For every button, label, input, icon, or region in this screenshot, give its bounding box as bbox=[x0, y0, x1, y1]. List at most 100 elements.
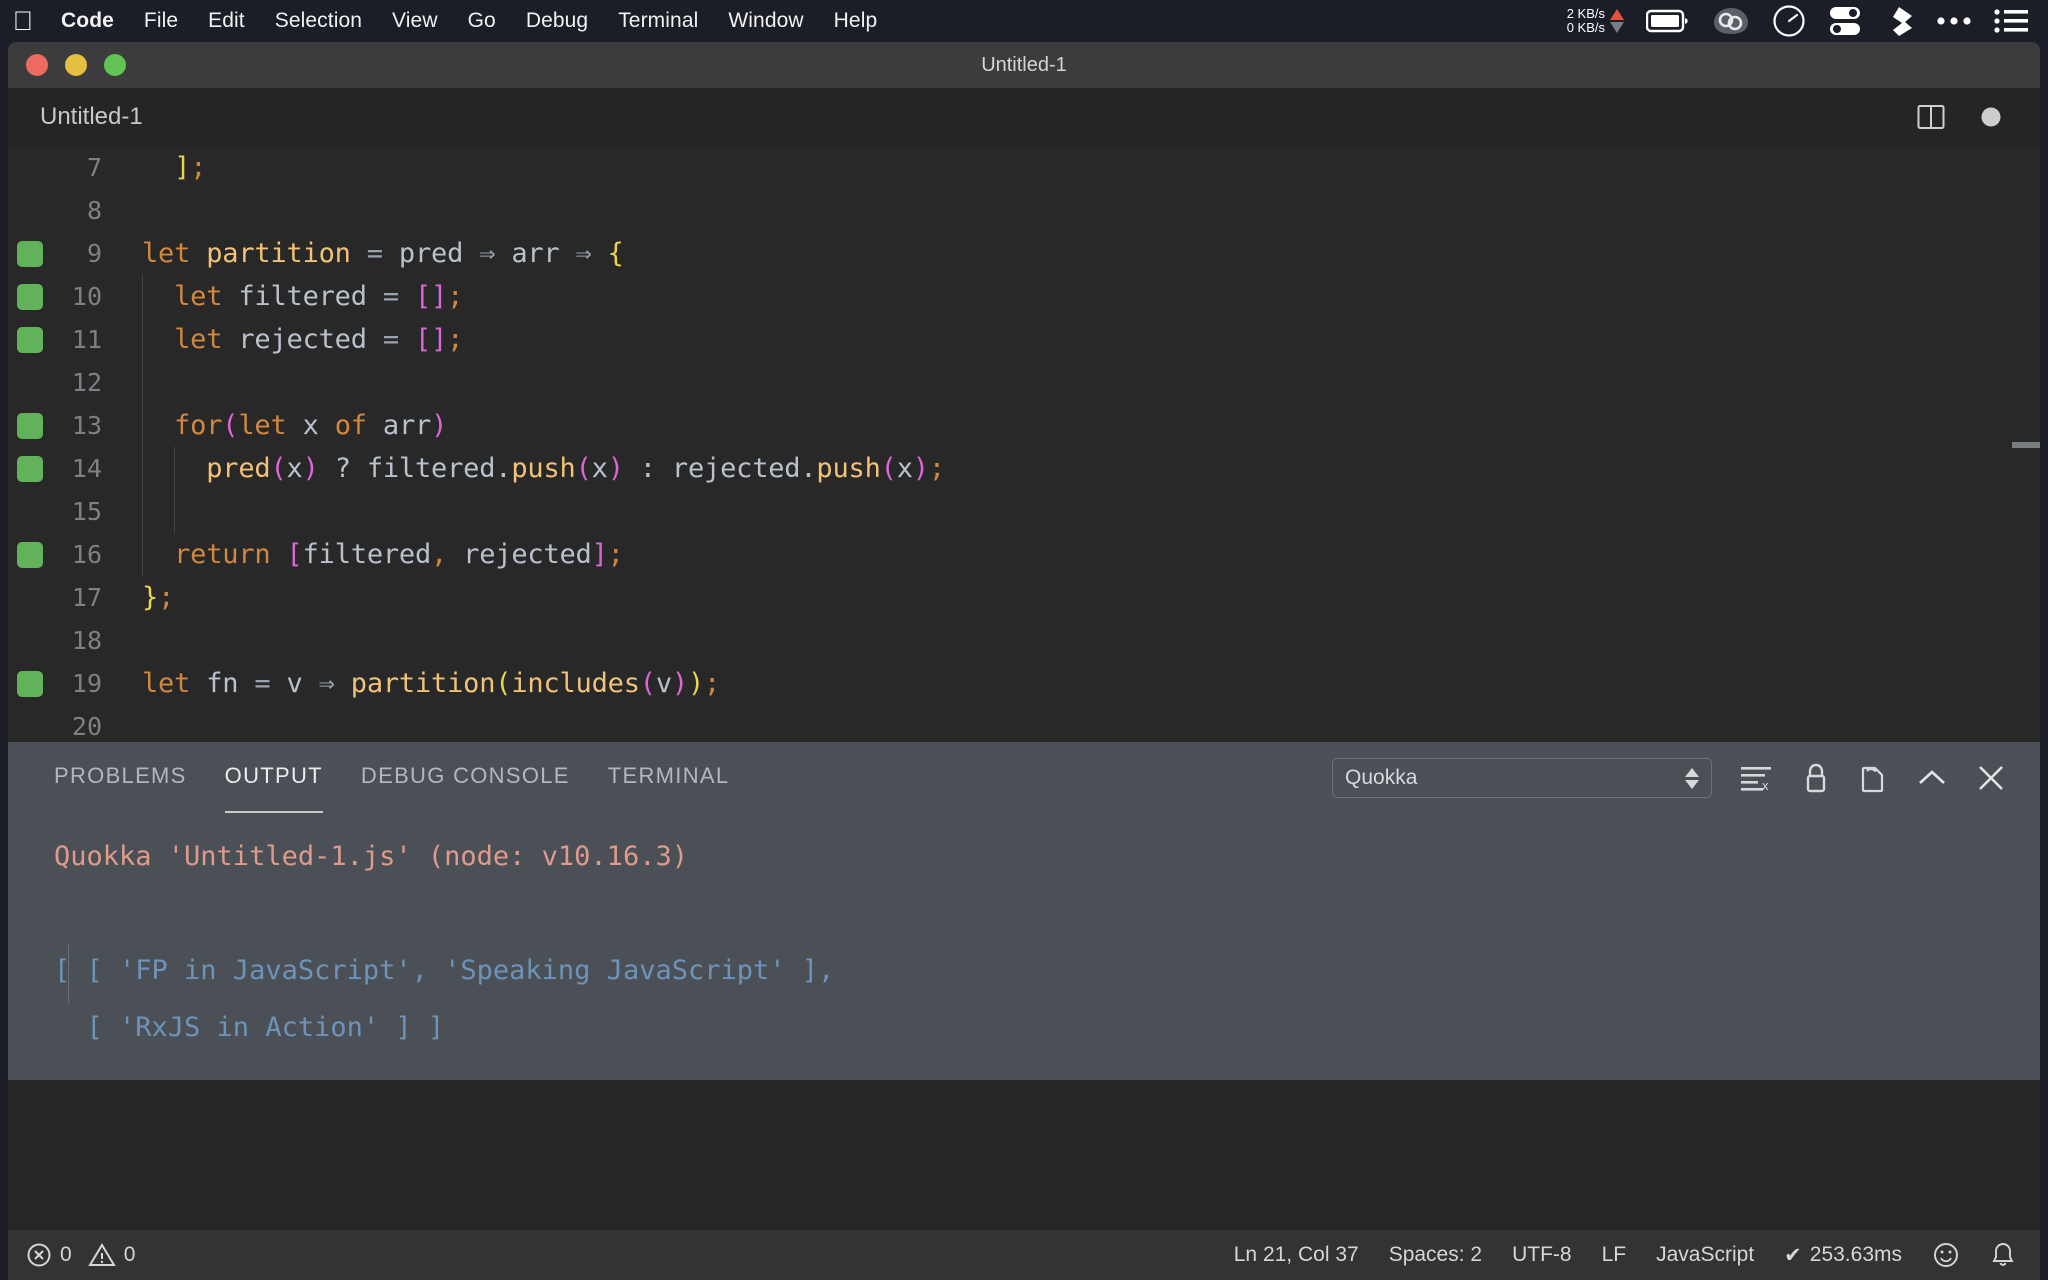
line-number: 18 bbox=[71, 626, 102, 655]
line-number: 13 bbox=[71, 411, 102, 440]
code-line[interactable]: 15 bbox=[8, 490, 2040, 533]
code-line[interactable]: 14 pred(x) ? filtered.push(x) : rejected… bbox=[8, 447, 2040, 490]
code-text: pred(x) ? filtered.push(x) : rejected.pu… bbox=[206, 453, 945, 484]
panel-tab-problems[interactable]: PROBLEMS bbox=[54, 763, 187, 793]
code-text: let rejected = []; bbox=[174, 324, 464, 355]
menu-selection[interactable]: Selection bbox=[260, 9, 377, 33]
battery-icon[interactable] bbox=[1646, 9, 1690, 33]
unsaved-dot-icon[interactable] bbox=[1980, 106, 2002, 128]
vpn-icon[interactable] bbox=[1712, 6, 1750, 36]
line-number: 7 bbox=[86, 153, 102, 182]
line-number: 17 bbox=[71, 583, 102, 612]
code-text: for(let x of arr) bbox=[174, 410, 448, 441]
code-line[interactable]: 12 bbox=[8, 361, 2040, 404]
line-number: 8 bbox=[86, 196, 102, 225]
code-line[interactable]: 8 bbox=[8, 189, 2040, 232]
panel-tab-debug-console[interactable]: DEBUG CONSOLE bbox=[361, 763, 570, 793]
line-number: 10 bbox=[71, 282, 102, 311]
menu-terminal[interactable]: Terminal bbox=[603, 9, 713, 33]
quokka-coverage-marker bbox=[8, 412, 52, 439]
warning-count: 0 bbox=[123, 1243, 136, 1266]
coverage-square-icon bbox=[17, 283, 43, 310]
status-cursor-position[interactable]: Ln 21, Col 37 bbox=[1234, 1243, 1359, 1267]
coverage-square-icon bbox=[17, 240, 43, 267]
quokka-coverage-marker bbox=[8, 455, 52, 482]
toggles-icon[interactable] bbox=[1828, 5, 1862, 37]
open-in-editor-icon[interactable] bbox=[1858, 762, 1888, 794]
status-quokka-runtime[interactable]: ✔ 253.63ms bbox=[1784, 1243, 1902, 1268]
menu-view[interactable]: View bbox=[377, 9, 453, 33]
menu-bar-status-area: 2 KB/s 0 KB/s bbox=[1567, 4, 2034, 38]
menu-file[interactable]: File bbox=[129, 9, 193, 33]
status-indentation[interactable]: Spaces: 2 bbox=[1389, 1243, 1482, 1267]
code-line[interactable]: 13 for(let x of arr) bbox=[8, 404, 2040, 447]
code-line[interactable]: 9 let partition = pred ⇒ arr ⇒ { bbox=[8, 232, 2040, 275]
coverage-square-icon bbox=[17, 541, 43, 568]
code-line[interactable]: 17}; bbox=[8, 576, 2040, 619]
editor-tab-untitled-1[interactable]: Untitled-1 bbox=[8, 103, 143, 131]
menu-edit[interactable]: Edit bbox=[193, 9, 260, 33]
code-line[interactable]: 19 let fn = v ⇒ partition(includes(v)); bbox=[8, 662, 2040, 705]
coverage-square-icon bbox=[17, 326, 43, 353]
line-number: 11 bbox=[71, 325, 102, 354]
menu-code[interactable]: Code bbox=[46, 9, 129, 33]
vscode-window: Untitled-1 Untitled-1 7 ]; 8 9 let partitio… bbox=[8, 42, 2040, 1280]
list-menu-icon[interactable] bbox=[1994, 8, 2028, 34]
coverage-square-icon bbox=[17, 670, 43, 697]
panel-header: PROBLEMS OUTPUT DEBUG CONSOLE TERMINAL Quok… bbox=[8, 742, 2040, 814]
coverage-square-icon bbox=[17, 455, 43, 482]
code-editor[interactable]: 7 ]; 8 9 let partition = pred ⇒ arr ⇒ { 10 l… bbox=[8, 146, 2040, 742]
error-count: 0 bbox=[60, 1243, 72, 1266]
quokka-coverage-marker bbox=[8, 283, 52, 310]
code-line[interactable]: 20 bbox=[8, 705, 2040, 742]
editor-vertical-scrollbar[interactable] bbox=[2012, 146, 2040, 742]
ellipsis-icon[interactable] bbox=[1936, 15, 1972, 27]
code-text: return [filtered, rejected]; bbox=[174, 539, 624, 570]
collapse-panel-icon[interactable] bbox=[1916, 766, 1948, 790]
status-language-mode[interactable]: JavaScript bbox=[1656, 1243, 1754, 1267]
status-eol[interactable]: LF bbox=[1602, 1243, 1627, 1267]
panel-tab-terminal[interactable]: TERMINAL bbox=[608, 763, 730, 793]
status-encoding[interactable]: UTF-8 bbox=[1512, 1243, 1572, 1267]
line-number: 16 bbox=[71, 540, 102, 569]
output-line: [ [ 'FP in JavaScript', 'Speaking JavaSc… bbox=[54, 955, 835, 986]
bell-icon[interactable] bbox=[1990, 1241, 2016, 1269]
code-line[interactable]: 7 ]; bbox=[8, 146, 2040, 189]
code-line[interactable]: 16 return [filtered, rejected]; bbox=[8, 533, 2040, 576]
close-panel-icon[interactable] bbox=[1976, 763, 2006, 793]
smiley-icon[interactable] bbox=[1932, 1241, 1960, 1269]
menu-debug[interactable]: Debug bbox=[511, 9, 603, 33]
line-number: 15 bbox=[71, 497, 102, 526]
macos-menu-bar:  CodeFileEditSelectionViewGoDebugTermin… bbox=[0, 0, 2048, 42]
menu-window[interactable]: Window bbox=[713, 9, 818, 33]
clear-output-icon[interactable]: x bbox=[1740, 764, 1774, 792]
line-number: 19 bbox=[71, 669, 102, 698]
chevron-updown-icon bbox=[1685, 767, 1699, 789]
editor-tab-bar: Untitled-1 bbox=[8, 88, 2040, 146]
line-number: 20 bbox=[71, 712, 102, 741]
speedometer-icon[interactable] bbox=[1772, 4, 1806, 38]
output-channel-select[interactable]: Quokka bbox=[1332, 758, 1712, 798]
network-speed-indicator[interactable]: 2 KB/s 0 KB/s bbox=[1567, 7, 1624, 35]
panel-output-content[interactable]: Quokka 'Untitled-1.js' (node: v10.16.3) … bbox=[8, 814, 2040, 1056]
code-line[interactable]: 10 let filtered = []; bbox=[8, 275, 2040, 318]
window-title: Untitled-1 bbox=[981, 53, 1067, 76]
line-number: 9 bbox=[86, 239, 102, 268]
menu-help[interactable]: Help bbox=[819, 9, 893, 33]
code-text: ]; bbox=[174, 152, 207, 183]
lock-scroll-icon[interactable] bbox=[1802, 762, 1830, 794]
split-editor-icon[interactable] bbox=[1916, 102, 1946, 132]
quokka-time-value: 253.63ms bbox=[1809, 1243, 1902, 1266]
code-text: let partition = pred ⇒ arr ⇒ { bbox=[142, 238, 624, 269]
dropbox-icon[interactable] bbox=[1884, 5, 1914, 37]
apple-logo-icon[interactable]:  bbox=[0, 8, 46, 35]
menu-go[interactable]: Go bbox=[453, 9, 511, 33]
indent-guide bbox=[174, 447, 175, 490]
quokka-coverage-marker bbox=[8, 670, 52, 697]
output-line: Quokka 'Untitled-1.js' (node: v10.16.3) bbox=[54, 841, 688, 872]
quokka-coverage-marker bbox=[8, 541, 52, 568]
panel-tab-output[interactable]: OUTPUT bbox=[224, 763, 324, 813]
code-line[interactable]: 11 let rejected = []; bbox=[8, 318, 2040, 361]
status-errors-warnings[interactable]: 0 0 bbox=[26, 1242, 135, 1268]
code-line[interactable]: 18 bbox=[8, 619, 2040, 662]
